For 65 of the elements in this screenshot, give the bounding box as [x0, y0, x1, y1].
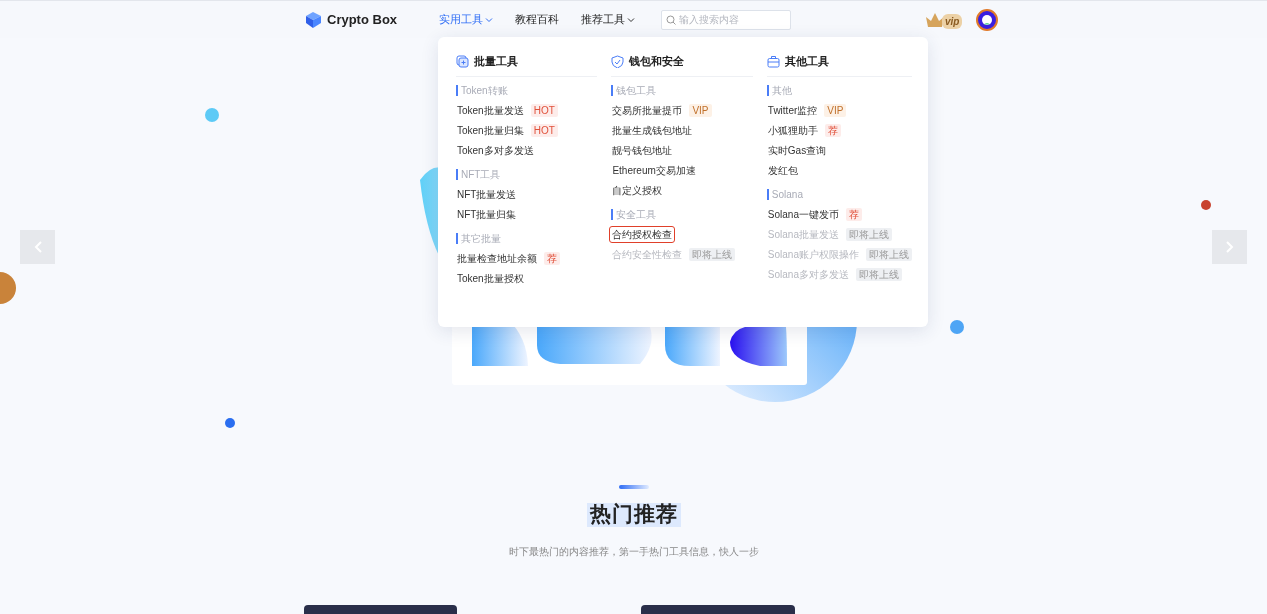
chevron-down-icon [627, 16, 635, 23]
menu-item[interactable]: Token批量发送 [454, 102, 527, 119]
tag: 即将上线 [856, 268, 902, 281]
search-icon [666, 14, 676, 25]
menu-item[interactable]: 靓号钱包地址 [609, 142, 676, 159]
group-label: 其它批量 [456, 232, 598, 244]
shield-check-icon [611, 54, 625, 68]
section-subtitle: 时下最热门的内容推荐，第一手热门工具信息，快人一步 [507, 544, 760, 559]
decor-dot [225, 418, 235, 428]
tag: HOT [530, 124, 558, 137]
tag: 荐 [824, 124, 841, 137]
chevron-down-icon [485, 16, 493, 23]
group-label: 其他 [766, 84, 912, 96]
menu-heading: 其他工具 [784, 54, 829, 69]
tag: 荐 [544, 252, 560, 265]
menu-item[interactable]: Token多对多发送 [454, 142, 537, 159]
hero-shape [730, 327, 787, 366]
tag: VIP [824, 104, 847, 117]
menu-item[interactable]: 自定义授权 [609, 182, 666, 199]
previous-button[interactable] [20, 230, 55, 264]
menu-item[interactable]: 批量生成钱包地址 [609, 122, 696, 139]
menu-item[interactable]: 批量检查地址余额 [454, 250, 540, 267]
tag: 即将上线 [689, 248, 736, 261]
hero-shape [665, 327, 720, 366]
menu-heading: 批量工具 [474, 54, 518, 69]
chevron-left-icon [33, 241, 42, 253]
decor-dot [205, 108, 219, 122]
menu-item[interactable]: Twitter监控 [764, 102, 821, 119]
nav-link[interactable]: 推荐工具 [581, 11, 635, 28]
menu-item[interactable]: 交易所批量提币 [609, 102, 686, 119]
add-layers-icon [456, 54, 469, 68]
logo-icon [305, 10, 322, 29]
tag: VIP [689, 104, 712, 117]
menu-item[interactable]: NFT批量发送 [454, 186, 520, 203]
group-label: 钱包工具 [611, 84, 753, 96]
group-label: Token转账 [456, 84, 598, 96]
menu-item[interactable]: 实时Gas查询 [764, 142, 830, 159]
accent-bar [618, 485, 649, 489]
vip-label[interactable]: vip [942, 13, 963, 29]
menu-item[interactable]: 合约授权检查 [609, 226, 676, 243]
menu-item[interactable]: 小狐狸助手 [764, 122, 821, 139]
tag: 即将上线 [846, 228, 892, 241]
logo-text: Crypto Box [327, 10, 398, 29]
next-button[interactable] [1212, 230, 1247, 264]
chevron-right-icon [1225, 241, 1234, 253]
menu-item[interactable]: NFT批量归集 [454, 206, 520, 223]
tag: 荐 [846, 208, 862, 221]
menu-item[interactable]: Token批量授权 [454, 270, 527, 287]
menu-item[interactable]: Token批量归集 [454, 122, 527, 139]
group-label: 安全工具 [611, 208, 753, 220]
group-label: NFT工具 [456, 168, 598, 180]
menu-item[interactable]: 发红包 [764, 162, 801, 179]
avatar[interactable] [976, 8, 999, 31]
menu-item[interactable]: Solana一键发币 [764, 206, 842, 223]
tag: 即将上线 [866, 248, 912, 261]
group-label: Solana [766, 188, 912, 200]
menu-heading: 钱包和安全 [629, 54, 685, 69]
nav-link[interactable]: 实用工具 [439, 11, 493, 28]
decor-dot [1201, 200, 1211, 210]
tag: HOT [530, 104, 558, 117]
search-field[interactable]: 输入搜索内容 [661, 9, 791, 30]
briefcase-icon [766, 54, 780, 68]
menu-item[interactable]: Ethereum交易加速 [609, 162, 699, 179]
nav-link[interactable]: 教程百科 [515, 11, 559, 28]
decor-dot [950, 320, 964, 334]
